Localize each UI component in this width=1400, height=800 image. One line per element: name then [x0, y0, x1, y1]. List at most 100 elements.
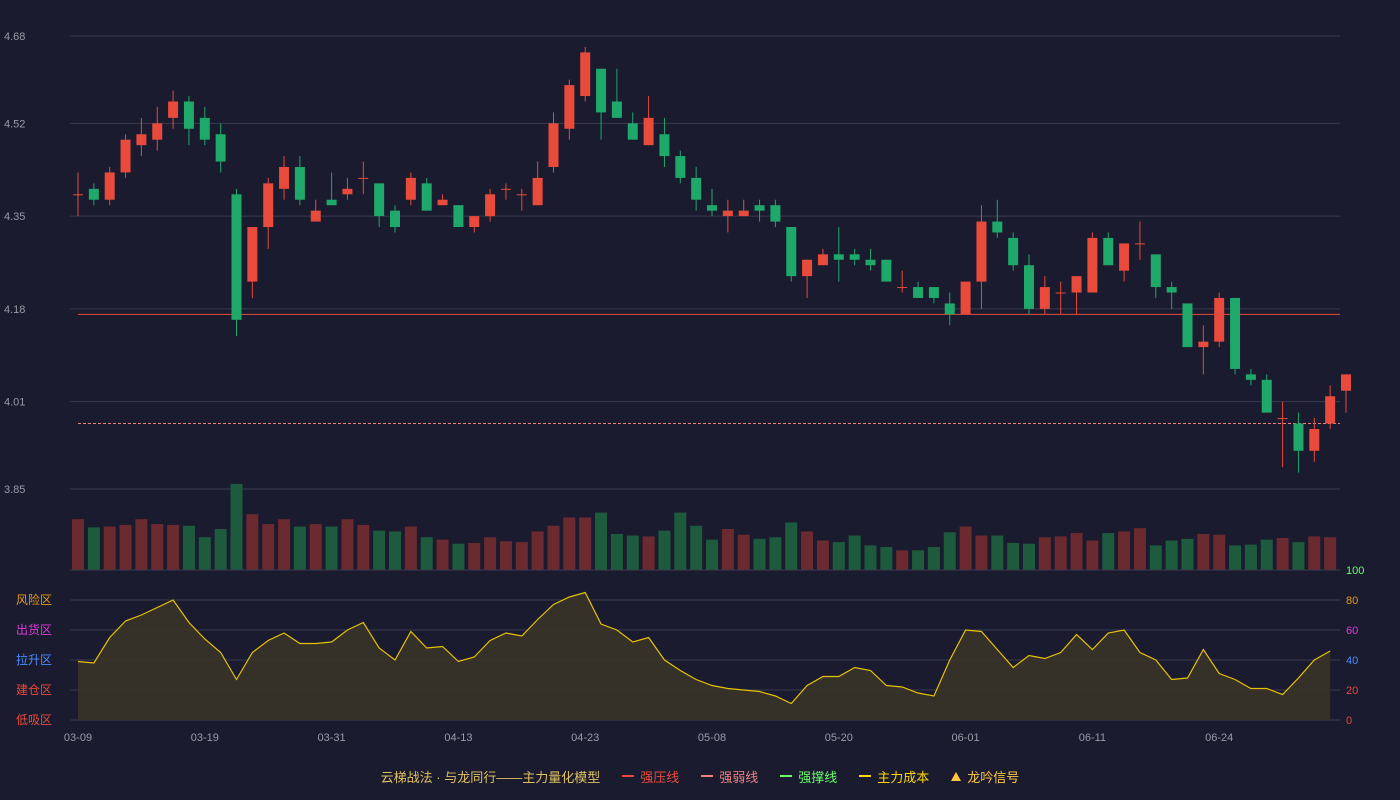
volume-bar	[816, 540, 829, 570]
volume-bar	[785, 522, 798, 570]
volume-bar	[912, 550, 925, 570]
price-tick-label: 4.68	[4, 31, 25, 43]
candle-body	[1293, 423, 1304, 451]
candle-body	[913, 287, 924, 298]
volume-bar	[293, 526, 306, 570]
candle-body	[358, 177, 369, 179]
volume-bar	[1244, 544, 1257, 570]
dashed-line-icon	[859, 775, 872, 777]
candlestick-chart: 4.68 4.52 4.35 4.18 4.01 3.85 100 80 60 40 20 0 风险区出…	[0, 0, 1400, 800]
candle-body	[691, 177, 702, 200]
legend-item: 主力成本	[859, 767, 929, 786]
candle-body	[516, 194, 527, 196]
volume-bar	[595, 512, 608, 570]
candle-body	[437, 199, 448, 206]
price-tick-label: 4.35	[4, 211, 25, 223]
price-tick-label: 4.01	[4, 397, 25, 409]
candle-body	[722, 210, 733, 217]
legend-label: 主力成本	[877, 769, 930, 785]
candle-body	[817, 254, 828, 266]
volume-bar	[1324, 537, 1337, 570]
volume-bar	[896, 550, 909, 570]
candle-body	[1198, 341, 1209, 348]
zone-label: 建仓区	[16, 683, 52, 697]
candle-body	[453, 205, 464, 228]
candle-body	[738, 210, 749, 217]
volume-bar	[1149, 545, 1162, 570]
candle-body	[786, 227, 797, 277]
candle-body	[310, 210, 321, 222]
volume-bar	[975, 535, 988, 570]
volume-bar	[119, 524, 132, 570]
candle-body	[342, 188, 353, 195]
x-tick-label: 04-13	[444, 732, 472, 744]
candle-body	[1119, 243, 1130, 271]
volume-bar	[357, 524, 370, 570]
candle-body	[88, 188, 99, 200]
x-tick-label: 03-19	[191, 732, 219, 744]
candle-body	[833, 254, 844, 260]
x-tick-label: 05-20	[825, 732, 853, 744]
candle-body	[73, 194, 83, 196]
volume-bar	[610, 533, 623, 570]
volume-bar	[262, 524, 275, 570]
x-tick-label: 05-08	[698, 732, 726, 744]
x-tick-label: 03-31	[318, 732, 346, 744]
indicator-tick-label: 80	[1346, 595, 1358, 607]
volume-bar	[341, 519, 354, 570]
legend-item: 强撑线	[780, 767, 837, 786]
volume-bar	[72, 519, 84, 570]
volume-bar	[278, 519, 291, 570]
legend-item: 龙吟信号	[951, 767, 1019, 786]
candle-body	[136, 134, 147, 146]
volume-bar	[690, 525, 703, 570]
candle-body	[754, 205, 765, 211]
volume-bar	[1260, 539, 1273, 570]
price-tick-label: 3.85	[4, 484, 25, 496]
indicator-tick-label: 100	[1346, 565, 1364, 577]
x-tick-label: 06-01	[952, 732, 980, 744]
candle-body	[168, 101, 179, 118]
volume-bar	[198, 537, 211, 570]
candle-body	[1008, 237, 1019, 266]
volume-bar	[230, 483, 243, 570]
candle-body	[1103, 237, 1114, 266]
candle-body	[120, 139, 131, 173]
candle-body	[944, 303, 955, 315]
candle-body	[643, 117, 654, 146]
volume-bar	[1197, 533, 1210, 570]
zone-label: 拉升区	[16, 652, 52, 667]
volume-bar	[1086, 540, 1099, 570]
candle-body	[215, 134, 226, 162]
volume-bar	[452, 543, 465, 570]
candle-body	[1309, 428, 1320, 451]
candle-body	[1230, 297, 1241, 369]
volume-bar	[214, 529, 227, 570]
candle-body	[1325, 396, 1336, 424]
solid-line-icon	[780, 775, 793, 777]
volume-bar	[1007, 542, 1020, 570]
candle-body	[1024, 265, 1034, 309]
candle-body	[421, 183, 432, 211]
volume-bar	[658, 530, 671, 570]
zone-label: 风险区	[16, 592, 52, 607]
candle-body	[1261, 379, 1272, 413]
candle-body	[1071, 276, 1082, 293]
volume-bar	[436, 539, 449, 570]
x-tick-label: 06-24	[1205, 732, 1233, 744]
volume-bar	[1308, 536, 1321, 570]
volume-bar	[499, 541, 512, 570]
candle-body	[1055, 292, 1066, 294]
candle-body	[1214, 297, 1225, 342]
legend-item: 云梯战法 · 与龙同行——主力量化模型	[381, 767, 601, 786]
candle-body	[707, 205, 717, 211]
candle-body	[1166, 287, 1177, 293]
candle-body	[279, 166, 290, 189]
x-tick-label: 04-23	[571, 732, 599, 744]
volume-bar	[1276, 538, 1289, 570]
volume-bar	[468, 542, 481, 570]
volume-bar	[1213, 534, 1226, 570]
price-tick-label: 4.18	[4, 304, 25, 316]
volume-bar	[1181, 538, 1194, 570]
volume-bar	[87, 527, 100, 570]
